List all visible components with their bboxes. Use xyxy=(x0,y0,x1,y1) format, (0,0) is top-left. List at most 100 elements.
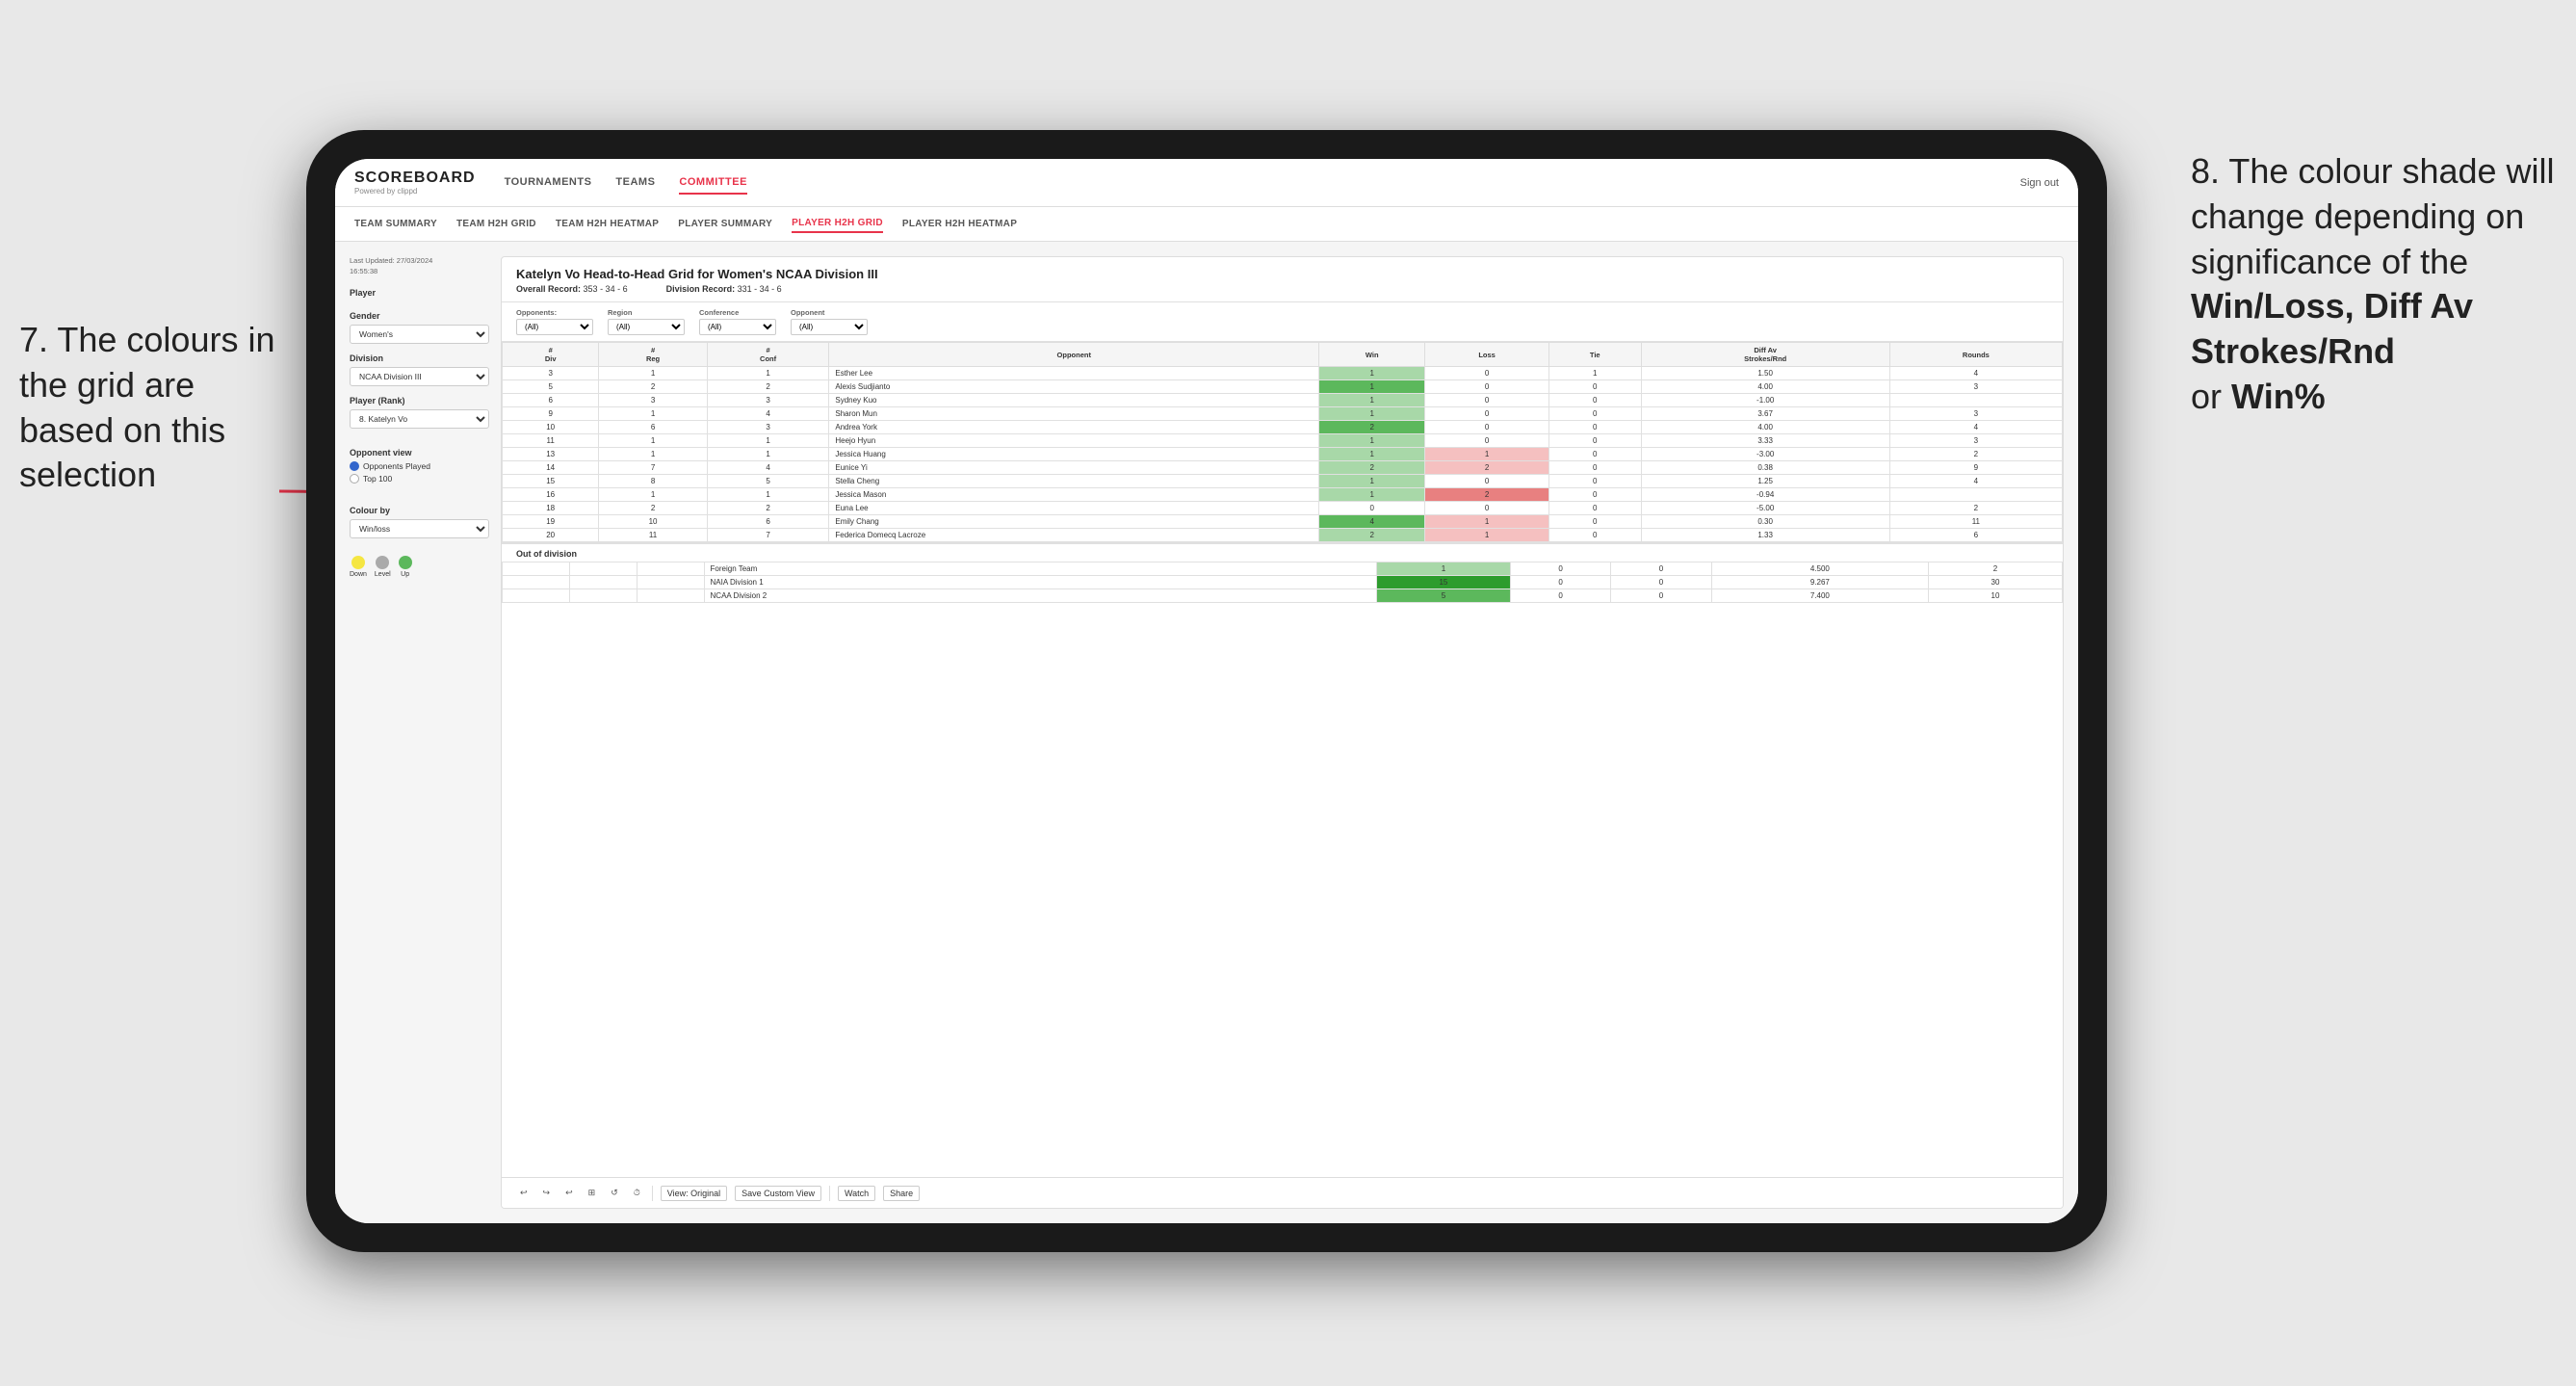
player-rank-section: Player (Rank) 8. Katelyn Vo xyxy=(350,396,489,429)
opponent-view-section: Opponent view Opponents Played Top 100 xyxy=(350,448,489,486)
opponents-filter-label: Opponents: xyxy=(516,308,593,317)
division-record: Division Record: 331 - 34 - 6 xyxy=(666,284,782,294)
table-row: 14 7 4 Eunice Yi 2 2 0 0.38 9 xyxy=(503,461,2063,475)
last-updated: Last Updated: 27/03/2024 16:55:38 xyxy=(350,256,489,276)
undo-btn[interactable]: ↩ xyxy=(516,1186,532,1200)
share-btn[interactable]: Share xyxy=(883,1186,920,1201)
col-diff: Diff AvStrokes/Rnd xyxy=(1641,343,1889,367)
logo-text: SCOREBOARD xyxy=(354,170,476,187)
filters-row: Opponents: (All) Region (All) Conference xyxy=(502,302,2063,342)
col-rounds: Rounds xyxy=(1889,343,2062,367)
col-conf: #Conf xyxy=(707,343,829,367)
save-custom-btn[interactable]: Save Custom View xyxy=(735,1186,821,1201)
sub-nav-player-summary[interactable]: PLAYER SUMMARY xyxy=(678,216,772,232)
table-row: 9 1 4 Sharon Mun 1 0 0 3.67 3 xyxy=(503,407,2063,421)
table-row: 11 1 1 Heejo Hyun 1 0 0 3.33 3 xyxy=(503,434,2063,448)
gender-label: Gender xyxy=(350,311,489,321)
sub-nav: TEAM SUMMARY TEAM H2H GRID TEAM H2H HEAT… xyxy=(335,207,2078,242)
toolbar-sep-1 xyxy=(652,1186,653,1201)
right-annotation-text: 8. The colour shade will change dependin… xyxy=(2191,151,2555,281)
logo-sub: Powered by clippd xyxy=(354,187,476,196)
table-row: 16 1 1 Jessica Mason 1 2 0 -0.94 xyxy=(503,488,2063,502)
grid-title: Katelyn Vo Head-to-Head Grid for Women's… xyxy=(516,267,2048,281)
player-rank-dropdown[interactable]: 8. Katelyn Vo xyxy=(350,409,489,429)
view-original-btn[interactable]: View: Original xyxy=(661,1186,727,1201)
radio-top-100[interactable]: Top 100 xyxy=(350,474,489,484)
tablet-device: SCOREBOARD Powered by clippd TOURNAMENTS… xyxy=(306,130,2107,1252)
opponent-view-label: Opponent view xyxy=(350,448,489,458)
header-right: Sign out xyxy=(2020,177,2059,189)
colour-by-label: Colour by xyxy=(350,506,489,515)
region-filter-select[interactable]: (All) xyxy=(608,319,685,335)
region-filter: Region (All) xyxy=(608,308,685,335)
table-row: 20 11 7 Federica Domecq Lacroze 2 1 0 1.… xyxy=(503,529,2063,542)
sub-nav-team-summary[interactable]: TEAM SUMMARY xyxy=(354,216,437,232)
table-row: 10 6 3 Andrea York 2 0 0 4.00 4 xyxy=(503,421,2063,434)
overall-record: Overall Record: 353 - 34 - 6 xyxy=(516,284,628,294)
out-of-division-label: Out of division xyxy=(502,542,2063,562)
back-btn[interactable]: ↩ xyxy=(561,1186,577,1200)
table-row: 3 1 1 Esther Lee 1 0 1 1.50 4 xyxy=(503,367,2063,380)
watch-btn[interactable]: Watch xyxy=(838,1186,875,1201)
col-div: #Div xyxy=(503,343,599,367)
opponent-filter-select[interactable]: (All) xyxy=(791,319,868,335)
legend-level: Level xyxy=(375,556,391,578)
right-annotation-bold1: Win/Loss, xyxy=(2191,286,2355,326)
left-annotation: 7. The colours in the grid are based on … xyxy=(19,318,289,498)
opponent-filter-label: Opponent xyxy=(791,308,868,317)
nav-tournaments[interactable]: TOURNAMENTS xyxy=(505,171,592,195)
left-annotation-text: 7. The colours in the grid are based on … xyxy=(19,320,274,494)
gender-section: Gender Women's xyxy=(350,311,489,344)
table-row: 13 1 1 Jessica Huang 1 1 0 -3.00 2 xyxy=(503,448,2063,461)
sub-nav-player-h2h-grid[interactable]: PLAYER H2H GRID xyxy=(792,215,883,233)
table-row: Foreign Team 1 0 0 4.500 2 xyxy=(503,562,2063,576)
opponents-filter-select[interactable]: (All) xyxy=(516,319,593,335)
col-win: Win xyxy=(1319,343,1425,367)
nav-committee[interactable]: COMMITTEE xyxy=(679,171,747,195)
opponents-filter: Opponents: (All) xyxy=(516,308,593,335)
table-row: 6 3 3 Sydney Kuo 1 0 0 -1.00 xyxy=(503,394,2063,407)
colour-by-dropdown[interactable]: Win/loss xyxy=(350,519,489,538)
nav-teams[interactable]: TEAMS xyxy=(615,171,655,195)
player-label: Player xyxy=(350,288,489,298)
redo-btn[interactable]: ↪ xyxy=(539,1186,555,1200)
conference-filter-label: Conference xyxy=(699,308,776,317)
radio-dot-top100 xyxy=(350,474,359,484)
main-content: Last Updated: 27/03/2024 16:55:38 Player… xyxy=(335,242,2078,1223)
grid-header: Katelyn Vo Head-to-Head Grid for Women's… xyxy=(502,257,2063,302)
player-section: Player xyxy=(350,288,489,301)
legend-dot-level xyxy=(376,556,389,569)
refresh-btn[interactable]: ↺ xyxy=(607,1186,622,1200)
gender-dropdown[interactable]: Women's xyxy=(350,325,489,344)
table-row: 5 2 2 Alexis Sudjianto 1 0 0 4.00 3 xyxy=(503,380,2063,394)
grid-btn[interactable]: ⊞ xyxy=(585,1186,600,1200)
sub-nav-player-h2h-heatmap[interactable]: PLAYER H2H HEATMAP xyxy=(902,216,1017,232)
timer-btn[interactable]: ⏱ xyxy=(630,1186,644,1200)
sub-nav-team-h2h-grid[interactable]: TEAM H2H GRID xyxy=(456,216,536,232)
sign-out-link[interactable]: Sign out xyxy=(2020,177,2059,189)
opponent-filter: Opponent (All) xyxy=(791,308,868,335)
table-row: 15 8 5 Stella Cheng 1 0 0 1.25 4 xyxy=(503,475,2063,488)
toolbar-sep-2 xyxy=(829,1186,830,1201)
col-opponent: Opponent xyxy=(829,343,1319,367)
region-filter-label: Region xyxy=(608,308,685,317)
table-row: NCAA Division 2 5 0 0 7.400 10 xyxy=(503,589,2063,603)
conference-filter-select[interactable]: (All) xyxy=(699,319,776,335)
main-nav: TOURNAMENTS TEAMS COMMITTEE xyxy=(505,171,2020,195)
legend-dot-up xyxy=(399,556,412,569)
col-tie: Tie xyxy=(1548,343,1641,367)
col-reg: #Reg xyxy=(599,343,707,367)
col-loss: Loss xyxy=(1425,343,1549,367)
table-row: 19 10 6 Emily Chang 4 1 0 0.30 11 xyxy=(503,515,2063,529)
left-panel: Last Updated: 27/03/2024 16:55:38 Player… xyxy=(350,256,489,1209)
player-rank-label: Player (Rank) xyxy=(350,396,489,405)
legend-up: Up xyxy=(399,556,412,578)
division-dropdown[interactable]: NCAA Division III xyxy=(350,367,489,386)
radio-dot-opponents-played xyxy=(350,461,359,471)
radio-opponents-played[interactable]: Opponents Played xyxy=(350,461,489,471)
conference-filter: Conference (All) xyxy=(699,308,776,335)
bottom-toolbar: ↩ ↪ ↩ ⊞ ↺ ⏱ View: Original Save Custom V… xyxy=(502,1177,2063,1208)
app-header: SCOREBOARD Powered by clippd TOURNAMENTS… xyxy=(335,159,2078,207)
sub-nav-team-h2h-heatmap[interactable]: TEAM H2H HEATMAP xyxy=(556,216,659,232)
right-annotation-or: or xyxy=(2191,377,2222,416)
